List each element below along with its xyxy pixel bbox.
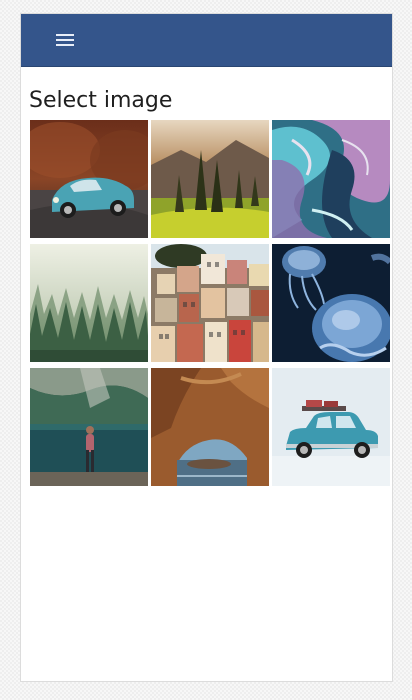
image-tile-cliff-village[interactable] bbox=[151, 244, 269, 362]
app-screen: Select image bbox=[21, 14, 392, 681]
app-bar bbox=[21, 14, 392, 67]
image-tile-jellyfish[interactable] bbox=[272, 244, 390, 362]
blue-car-image bbox=[272, 368, 390, 486]
menu-button[interactable] bbox=[54, 29, 76, 51]
cliff-village-image bbox=[151, 244, 269, 362]
image-tile-misty-forest[interactable] bbox=[30, 244, 148, 362]
page-title: Select image bbox=[29, 88, 173, 113]
image-tile-blue-car[interactable] bbox=[272, 368, 390, 486]
image-tile-rock-arch[interactable] bbox=[151, 368, 269, 486]
mountain-lake-image bbox=[30, 368, 148, 486]
image-tile-mountain-forest[interactable] bbox=[151, 120, 269, 238]
image-tile-marbled-abstract[interactable] bbox=[272, 120, 390, 238]
image-tile-mountain-lake[interactable] bbox=[30, 368, 148, 486]
marbled-abstract-image bbox=[272, 120, 390, 238]
mountain-forest-image bbox=[151, 120, 269, 238]
hamburger-menu-icon bbox=[56, 34, 74, 46]
rock-arch-image bbox=[151, 368, 269, 486]
image-tile-classic-car[interactable] bbox=[30, 120, 148, 238]
misty-forest-image bbox=[30, 244, 148, 362]
classic-car-image bbox=[30, 120, 148, 238]
image-grid bbox=[30, 120, 392, 486]
jellyfish-image bbox=[272, 244, 390, 362]
